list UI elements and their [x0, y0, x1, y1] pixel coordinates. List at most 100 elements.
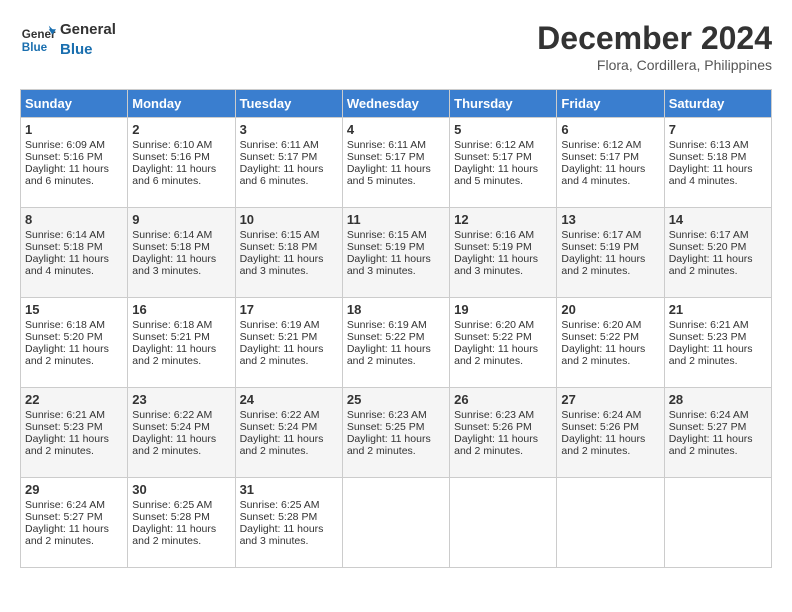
sunset-text: Sunset: 5:24 PM	[240, 421, 318, 433]
location: Flora, Cordillera, Philippines	[537, 57, 772, 73]
sunset-text: Sunset: 5:26 PM	[454, 421, 532, 433]
table-cell: 29 Sunrise: 6:24 AM Sunset: 5:27 PM Dayl…	[21, 478, 128, 568]
svg-text:Blue: Blue	[22, 40, 48, 53]
calendar-week-row: 15 Sunrise: 6:18 AM Sunset: 5:20 PM Dayl…	[21, 298, 772, 388]
daylight-text: Daylight: 11 hours and 2 minutes.	[25, 523, 109, 547]
table-cell	[557, 478, 664, 568]
sunset-text: Sunset: 5:19 PM	[454, 241, 532, 253]
daylight-text: Daylight: 11 hours and 2 minutes.	[240, 343, 324, 367]
daylight-text: Daylight: 11 hours and 3 minutes.	[240, 523, 324, 547]
sunset-text: Sunset: 5:18 PM	[240, 241, 318, 253]
col-friday: Friday	[557, 90, 664, 118]
sunrise-text: Sunrise: 6:12 AM	[561, 139, 641, 151]
sunset-text: Sunset: 5:28 PM	[132, 511, 210, 523]
col-monday: Monday	[128, 90, 235, 118]
daylight-text: Daylight: 11 hours and 2 minutes.	[240, 433, 324, 457]
day-number: 1	[25, 122, 123, 137]
sunrise-text: Sunrise: 6:13 AM	[669, 139, 749, 151]
table-cell: 4 Sunrise: 6:11 AM Sunset: 5:17 PM Dayli…	[342, 118, 449, 208]
daylight-text: Daylight: 11 hours and 2 minutes.	[561, 433, 645, 457]
sunset-text: Sunset: 5:21 PM	[240, 331, 318, 343]
sunrise-text: Sunrise: 6:21 AM	[669, 319, 749, 331]
col-tuesday: Tuesday	[235, 90, 342, 118]
daylight-text: Daylight: 11 hours and 2 minutes.	[25, 343, 109, 367]
table-cell: 9 Sunrise: 6:14 AM Sunset: 5:18 PM Dayli…	[128, 208, 235, 298]
daylight-text: Daylight: 11 hours and 2 minutes.	[454, 343, 538, 367]
sunset-text: Sunset: 5:18 PM	[132, 241, 210, 253]
daylight-text: Daylight: 11 hours and 3 minutes.	[347, 253, 431, 277]
daylight-text: Daylight: 11 hours and 5 minutes.	[347, 163, 431, 187]
title-block: December 2024 Flora, Cordillera, Philipp…	[537, 20, 772, 73]
day-number: 19	[454, 302, 552, 317]
sunrise-text: Sunrise: 6:14 AM	[25, 229, 105, 241]
day-number: 29	[25, 482, 123, 497]
daylight-text: Daylight: 11 hours and 2 minutes.	[347, 343, 431, 367]
table-cell	[450, 478, 557, 568]
day-number: 2	[132, 122, 230, 137]
table-cell: 28 Sunrise: 6:24 AM Sunset: 5:27 PM Dayl…	[664, 388, 771, 478]
sunset-text: Sunset: 5:21 PM	[132, 331, 210, 343]
daylight-text: Daylight: 11 hours and 2 minutes.	[132, 343, 216, 367]
daylight-text: Daylight: 11 hours and 3 minutes.	[240, 253, 324, 277]
table-cell: 2 Sunrise: 6:10 AM Sunset: 5:16 PM Dayli…	[128, 118, 235, 208]
sunrise-text: Sunrise: 6:14 AM	[132, 229, 212, 241]
sunrise-text: Sunrise: 6:18 AM	[25, 319, 105, 331]
sunset-text: Sunset: 5:17 PM	[240, 151, 318, 163]
table-cell: 22 Sunrise: 6:21 AM Sunset: 5:23 PM Dayl…	[21, 388, 128, 478]
sunrise-text: Sunrise: 6:24 AM	[561, 409, 641, 421]
sunrise-text: Sunrise: 6:20 AM	[454, 319, 534, 331]
day-number: 6	[561, 122, 659, 137]
sunrise-text: Sunrise: 6:12 AM	[454, 139, 534, 151]
daylight-text: Daylight: 11 hours and 2 minutes.	[561, 343, 645, 367]
table-cell: 30 Sunrise: 6:25 AM Sunset: 5:28 PM Dayl…	[128, 478, 235, 568]
sunset-text: Sunset: 5:19 PM	[561, 241, 639, 253]
table-cell: 20 Sunrise: 6:20 AM Sunset: 5:22 PM Dayl…	[557, 298, 664, 388]
day-number: 22	[25, 392, 123, 407]
day-number: 5	[454, 122, 552, 137]
sunrise-text: Sunrise: 6:11 AM	[347, 139, 426, 151]
daylight-text: Daylight: 11 hours and 2 minutes.	[669, 343, 753, 367]
sunset-text: Sunset: 5:20 PM	[25, 331, 103, 343]
day-number: 11	[347, 212, 445, 227]
daylight-text: Daylight: 11 hours and 5 minutes.	[454, 163, 538, 187]
sunrise-text: Sunrise: 6:23 AM	[347, 409, 427, 421]
daylight-text: Daylight: 11 hours and 6 minutes.	[240, 163, 324, 187]
daylight-text: Daylight: 11 hours and 2 minutes.	[454, 433, 538, 457]
col-sunday: Sunday	[21, 90, 128, 118]
sunset-text: Sunset: 5:20 PM	[669, 241, 747, 253]
logo-general-text: General	[60, 20, 116, 40]
sunset-text: Sunset: 5:24 PM	[132, 421, 210, 433]
sunrise-text: Sunrise: 6:17 AM	[669, 229, 749, 241]
day-number: 15	[25, 302, 123, 317]
day-number: 24	[240, 392, 338, 407]
sunrise-text: Sunrise: 6:09 AM	[25, 139, 105, 151]
daylight-text: Daylight: 11 hours and 6 minutes.	[132, 163, 216, 187]
sunset-text: Sunset: 5:27 PM	[25, 511, 103, 523]
day-number: 17	[240, 302, 338, 317]
sunset-text: Sunset: 5:26 PM	[561, 421, 639, 433]
day-number: 12	[454, 212, 552, 227]
table-cell: 27 Sunrise: 6:24 AM Sunset: 5:26 PM Dayl…	[557, 388, 664, 478]
table-cell: 21 Sunrise: 6:21 AM Sunset: 5:23 PM Dayl…	[664, 298, 771, 388]
sunrise-text: Sunrise: 6:20 AM	[561, 319, 641, 331]
sunset-text: Sunset: 5:22 PM	[561, 331, 639, 343]
table-cell: 19 Sunrise: 6:20 AM Sunset: 5:22 PM Dayl…	[450, 298, 557, 388]
calendar-week-row: 29 Sunrise: 6:24 AM Sunset: 5:27 PM Dayl…	[21, 478, 772, 568]
day-number: 16	[132, 302, 230, 317]
daylight-text: Daylight: 11 hours and 2 minutes.	[669, 433, 753, 457]
sunset-text: Sunset: 5:22 PM	[347, 331, 425, 343]
day-number: 8	[25, 212, 123, 227]
sunrise-text: Sunrise: 6:24 AM	[25, 499, 105, 511]
day-number: 7	[669, 122, 767, 137]
day-number: 4	[347, 122, 445, 137]
sunset-text: Sunset: 5:16 PM	[132, 151, 210, 163]
daylight-text: Daylight: 11 hours and 2 minutes.	[561, 253, 645, 277]
sunset-text: Sunset: 5:25 PM	[347, 421, 425, 433]
sunrise-text: Sunrise: 6:22 AM	[132, 409, 212, 421]
table-cell: 15 Sunrise: 6:18 AM Sunset: 5:20 PM Dayl…	[21, 298, 128, 388]
daylight-text: Daylight: 11 hours and 2 minutes.	[132, 433, 216, 457]
daylight-text: Daylight: 11 hours and 3 minutes.	[454, 253, 538, 277]
sunrise-text: Sunrise: 6:22 AM	[240, 409, 320, 421]
sunset-text: Sunset: 5:17 PM	[561, 151, 639, 163]
day-number: 20	[561, 302, 659, 317]
